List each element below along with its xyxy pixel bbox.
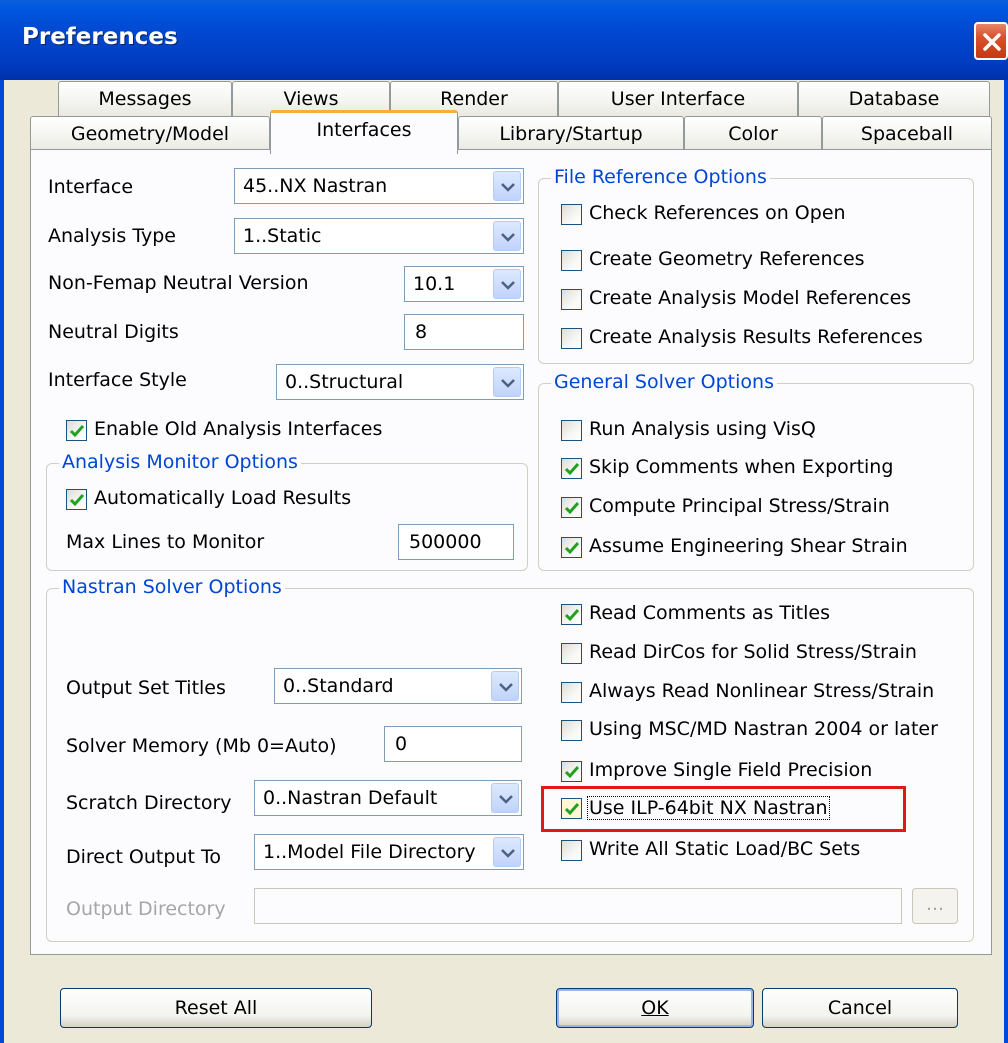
- checkbox-box[interactable]: [561, 289, 582, 310]
- panel-content: Interface 45..NX Nastran Analysis Type 1…: [0, 0, 1008, 1043]
- chevron-down-icon[interactable]: [493, 171, 521, 201]
- interface-label: Interface: [48, 176, 134, 198]
- checkbox-box[interactable]: [561, 798, 582, 819]
- analysis-type-select[interactable]: 1..Static: [234, 218, 524, 254]
- single-field-precision-checkbox[interactable]: Improve Single Field Precision: [561, 759, 961, 785]
- max-lines-input[interactable]: 500000: [398, 524, 514, 560]
- neutral-version-select[interactable]: 10.1: [404, 266, 524, 302]
- solver-memory-label: Solver Memory (Mb 0=Auto): [66, 735, 337, 757]
- chevron-down-icon[interactable]: [493, 367, 521, 397]
- checkbox-box[interactable]: [561, 682, 582, 703]
- ilp64-nx-nastran-checkbox[interactable]: Use ILP-64bit NX Nastran: [561, 796, 891, 822]
- checkbox-box[interactable]: [561, 604, 582, 625]
- interface-style-select[interactable]: 0..Structural: [276, 364, 524, 400]
- max-lines-label: Max Lines to Monitor: [66, 531, 265, 553]
- interface-style-label: Interface Style: [48, 369, 187, 391]
- ok-button[interactable]: OK: [556, 988, 754, 1028]
- direct-output-label: Direct Output To: [66, 846, 221, 868]
- chevron-down-icon[interactable]: [493, 837, 521, 867]
- checkbox-box[interactable]: [561, 840, 582, 861]
- file-reference-title: File Reference Options: [551, 166, 770, 188]
- chevron-down-icon[interactable]: [493, 221, 521, 251]
- checkmark-icon: [564, 803, 580, 816]
- interface-select[interactable]: 45..NX Nastran: [234, 168, 524, 204]
- read-comments-checkbox[interactable]: Read Comments as Titles: [561, 602, 961, 628]
- checkmark-icon: [564, 542, 580, 555]
- auto-load-results-checkbox[interactable]: Automatically Load Results: [66, 487, 406, 513]
- solver-memory-input[interactable]: 0: [384, 726, 522, 762]
- checkmark-icon: [564, 463, 580, 476]
- checkbox-box[interactable]: [561, 720, 582, 741]
- browse-button[interactable]: ...: [912, 888, 958, 924]
- general-solver-title: General Solver Options: [551, 371, 777, 393]
- checkbox-box[interactable]: [66, 420, 87, 441]
- checkbox-box[interactable]: [561, 328, 582, 349]
- output-directory-input[interactable]: [254, 888, 902, 924]
- neutral-version-label: Non-Femap Neutral Version: [48, 272, 309, 294]
- checkmark-icon: [69, 494, 85, 507]
- reset-all-button[interactable]: Reset All: [60, 988, 372, 1028]
- output-directory-label: Output Directory: [66, 898, 226, 920]
- direct-output-select[interactable]: 1..Model File Directory: [254, 834, 524, 870]
- write-static-load-checkbox[interactable]: Write All Static Load/BC Sets: [561, 838, 961, 864]
- checkbox-box[interactable]: [561, 204, 582, 225]
- output-set-titles-label: Output Set Titles: [66, 677, 226, 699]
- analysis-type-label: Analysis Type: [48, 225, 176, 247]
- chevron-down-icon[interactable]: [491, 671, 519, 701]
- checkbox-box[interactable]: [561, 537, 582, 558]
- run-visq-checkbox[interactable]: Run Analysis using VisQ: [561, 418, 961, 444]
- neutral-digits-label: Neutral Digits: [48, 321, 179, 343]
- read-nonlinear-checkbox[interactable]: Always Read Nonlinear Stress/Strain: [561, 680, 961, 706]
- output-set-titles-select[interactable]: 0..Standard: [274, 668, 522, 704]
- msc-md-nastran-checkbox[interactable]: Using MSC/MD Nastran 2004 or later: [561, 718, 961, 744]
- skip-comments-checkbox[interactable]: Skip Comments when Exporting: [561, 456, 961, 482]
- neutral-digits-input[interactable]: 8: [404, 314, 524, 350]
- checkbox-box[interactable]: [66, 489, 87, 510]
- assume-shear-strain-checkbox[interactable]: Assume Engineering Shear Strain: [561, 535, 961, 561]
- chevron-down-icon[interactable]: [491, 783, 519, 813]
- create-model-references-checkbox[interactable]: Create Analysis Model References: [561, 287, 961, 313]
- checkmark-icon: [564, 766, 580, 779]
- checkmark-icon: [564, 609, 580, 622]
- create-geometry-references-checkbox[interactable]: Create Geometry References: [561, 248, 961, 274]
- read-dircos-checkbox[interactable]: Read DirCos for Solid Stress/Strain: [561, 641, 961, 667]
- create-results-references-checkbox[interactable]: Create Analysis Results References: [561, 326, 961, 352]
- cancel-button[interactable]: Cancel: [762, 988, 958, 1028]
- checkbox-box[interactable]: [561, 420, 582, 441]
- checkbox-box[interactable]: [561, 458, 582, 479]
- checkbox-box[interactable]: [561, 643, 582, 664]
- analysis-monitor-title: Analysis Monitor Options: [59, 451, 301, 473]
- scratch-directory-select[interactable]: 0..Nastran Default: [254, 780, 522, 816]
- checkbox-box[interactable]: [561, 250, 582, 271]
- checkbox-box[interactable]: [561, 497, 582, 518]
- checkmark-icon: [564, 502, 580, 515]
- nastran-solver-title: Nastran Solver Options: [59, 576, 285, 598]
- enable-old-interfaces-checkbox[interactable]: Enable Old Analysis Interfaces: [66, 418, 406, 444]
- checkmark-icon: [69, 425, 85, 438]
- compute-principal-checkbox[interactable]: Compute Principal Stress/Strain: [561, 495, 961, 521]
- checkbox-box[interactable]: [561, 761, 582, 782]
- chevron-down-icon[interactable]: [493, 269, 521, 299]
- scratch-directory-label: Scratch Directory: [66, 792, 232, 814]
- check-references-checkbox[interactable]: Check References on Open: [561, 202, 961, 228]
